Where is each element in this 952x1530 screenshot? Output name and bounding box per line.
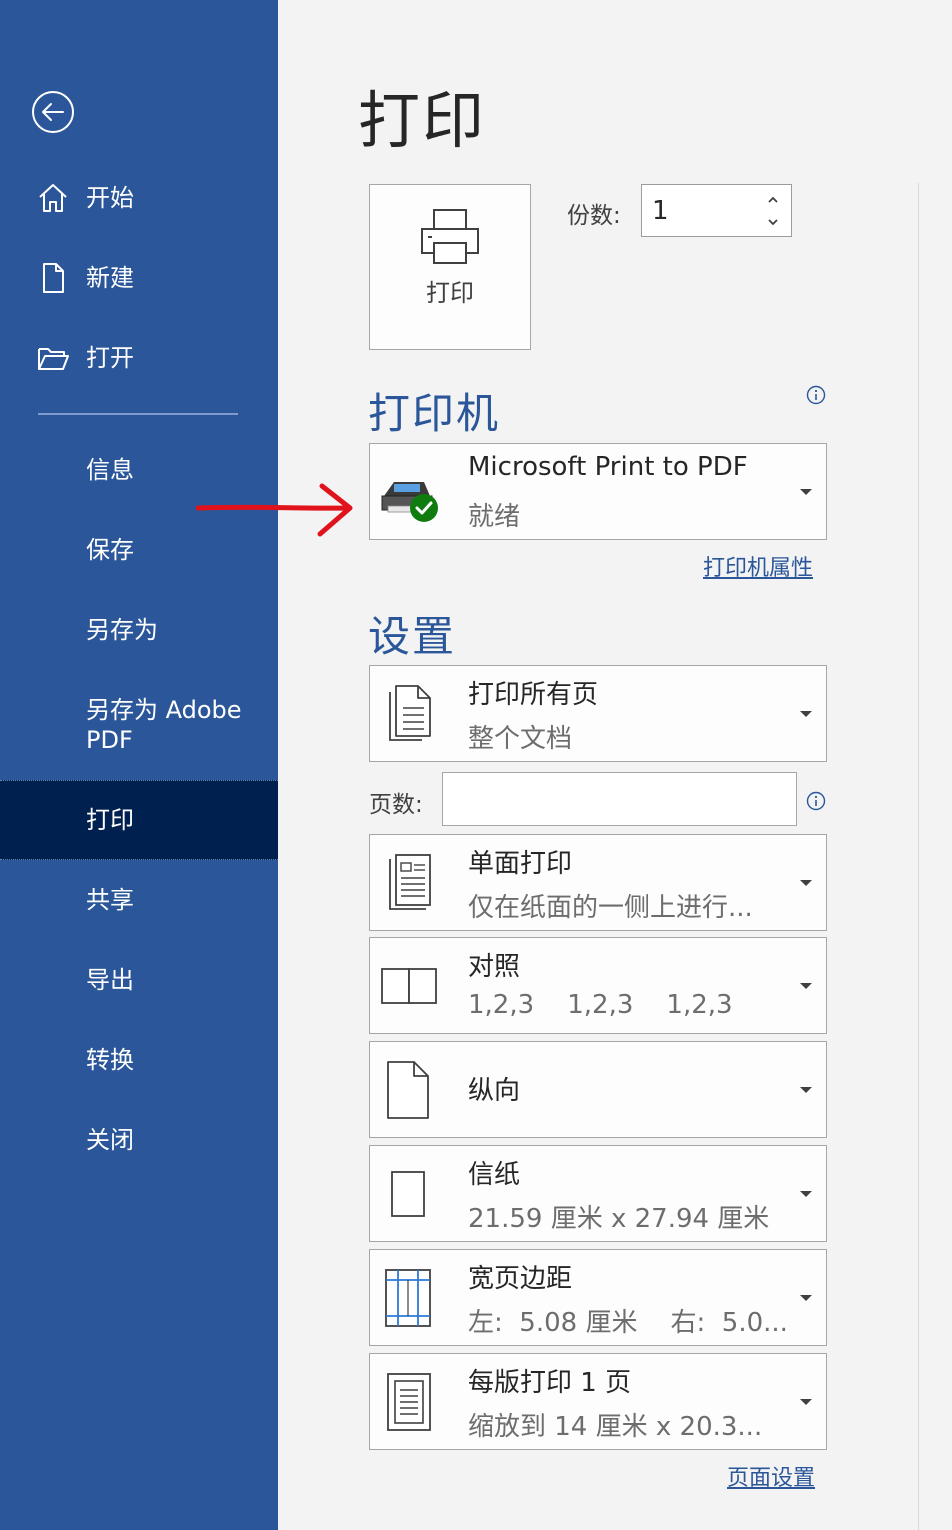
nav-close[interactable]: 关闭 [0,1110,278,1170]
pages-per-sheet-label: 每版打印 1 页 [468,1368,632,1398]
print-button[interactable]: 打印 [369,184,531,350]
pages-input[interactable] [443,773,800,827]
nav-transform[interactable]: 转换 [0,1030,278,1090]
nav-label: 共享 [86,886,134,914]
paper-size-dropdown[interactable]: 信纸 21.59 厘米 x 27.94 厘米 [369,1145,827,1242]
margins-label: 宽页边距 [468,1264,573,1294]
print-range-dropdown[interactable]: 打印所有页 整个文档 [369,665,827,762]
nav-share[interactable]: 共享 [0,870,278,930]
print-sides-dropdown[interactable]: 单面打印 仅在纸面的一侧上进行... [369,834,827,931]
info-icon[interactable] [806,791,826,811]
printer-dropdown[interactable]: Microsoft Print to PDF 就绪 [369,443,827,540]
nav-label: 打开 [86,344,134,372]
paper-size-label: 信纸 [468,1160,521,1190]
dropdown-arrow-icon [800,982,812,989]
backstage-sidebar: 开始 新建 打开 信息 保存 另存为 另存为 Adobe PDF 打印 共享 导… [0,0,278,1530]
printer-icon [421,209,479,264]
nav-print[interactable]: 打印 [0,780,278,860]
chevron-down-icon[interactable] [765,215,781,229]
dropdown-arrow-icon [800,1190,812,1197]
nav-new[interactable]: 新建 [0,248,278,308]
print-sides-label: 单面打印 [468,849,573,879]
printer-name: Microsoft Print to PDF [468,452,748,482]
preview-divider [918,183,919,1530]
back-button[interactable] [31,90,75,134]
orientation-label: 纵向 [468,1076,521,1106]
page-title: 打印 [358,84,487,157]
pages-field[interactable] [442,772,800,827]
pages-label: 页数: [369,792,423,818]
nav-home[interactable]: 开始 [0,168,278,228]
print-sides-sub: 仅在纸面的一侧上进行... [468,893,753,923]
nav-save-as-adobe-pdf[interactable]: 另存为 Adobe PDF [0,690,278,760]
nav-label: 打印 [86,806,134,834]
paper-size-sub: 21.59 厘米 x 27.94 厘米 [468,1204,770,1234]
printer-ready-icon [381,482,438,522]
info-icon[interactable] [806,385,826,405]
nav-label: 信息 [86,456,134,484]
document-pages-icon [389,685,431,741]
pages-per-sheet-icon [387,1373,431,1431]
one-sided-print-icon [389,854,431,910]
dropdown-arrow-icon [800,488,812,495]
printer-section-title: 打印机 [368,389,501,438]
dropdown-arrow-icon [800,1294,812,1301]
collate-label: 对照 [468,952,521,982]
settings-section-title: 设置 [368,612,457,661]
printer-status: 就绪 [468,502,521,532]
open-folder-icon [38,348,69,370]
print-range-sub: 整个文档 [468,724,573,754]
pages-per-sheet-sub: 缩放到 14 厘米 x 20.3... [468,1412,763,1442]
nav-label: 保存 [86,536,134,564]
nav-save-as[interactable]: 另存为 [0,600,278,660]
portrait-orientation-icon [387,1061,429,1119]
copies-label: 份数: [567,203,621,229]
copies-field[interactable] [641,184,792,237]
nav-export[interactable]: 导出 [0,950,278,1010]
nav-divider [38,413,238,415]
dropdown-arrow-icon [800,710,812,717]
orientation-dropdown[interactable]: 纵向 [369,1041,827,1138]
print-range-label: 打印所有页 [468,680,599,710]
nav-label: 转换 [86,1046,134,1074]
nav-label: 关闭 [86,1126,134,1154]
collate-dropdown[interactable]: 对照 1,2,3 1,2,3 1,2,3 [369,937,827,1034]
dropdown-arrow-icon [800,1086,812,1093]
collate-sub: 1,2,3 1,2,3 1,2,3 [468,990,733,1020]
nav-label: 开始 [86,184,134,212]
annotation-arrow-icon [196,483,353,537]
margins-dropdown[interactable]: 宽页边距 左: 5.08 厘米 右: 5.0... [369,1249,827,1346]
nav-label: 另存为 Adobe PDF [86,696,242,754]
margins-icon [385,1269,431,1327]
dropdown-arrow-icon [800,879,812,886]
chevron-up-icon[interactable] [765,193,781,207]
page-setup-link[interactable]: 页面设置 [727,1460,815,1492]
nav-label: 另存为 [86,616,158,644]
new-document-icon [43,263,64,293]
dropdown-arrow-icon [800,1398,812,1405]
print-button-label: 打印 [426,279,474,307]
paper-size-icon [391,1171,425,1217]
nav-label: 导出 [86,966,134,994]
margins-sub: 左: 5.08 厘米 右: 5.0... [468,1308,788,1338]
back-arrow-icon [32,91,74,133]
home-icon [39,184,67,212]
nav-open[interactable]: 打开 [0,328,278,388]
copies-input[interactable] [650,193,754,229]
nav-label: 新建 [86,264,134,292]
collate-icon [381,968,437,1004]
printer-properties-link[interactable]: 打印机属性 [703,550,813,582]
pages-per-sheet-dropdown[interactable]: 每版打印 1 页 缩放到 14 厘米 x 20.3... [369,1353,827,1450]
